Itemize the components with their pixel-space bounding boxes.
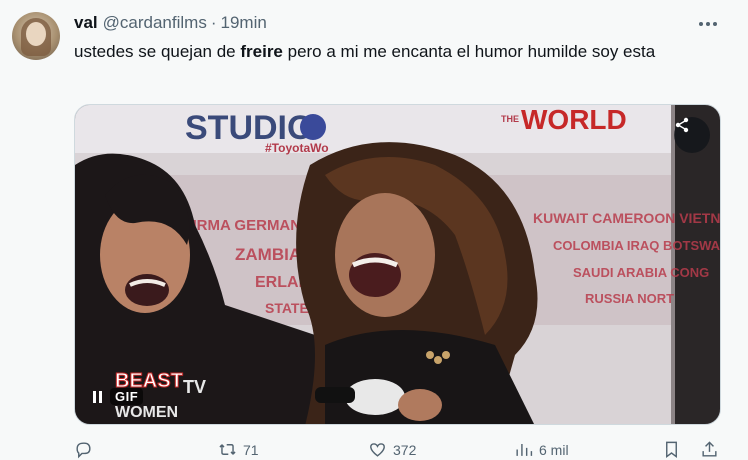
tweet[interactable]: val @cardanfilms · 19min ustedes se quej…: [0, 0, 748, 460]
share-button[interactable]: [700, 440, 719, 459]
views-count: 6 mil: [539, 441, 569, 458]
shirt-women: WOMEN: [115, 404, 178, 421]
gif-controls: GIF: [93, 388, 144, 405]
like-count: 372: [393, 441, 417, 458]
backdrop-world: WORLD: [521, 105, 627, 135]
views-icon: [516, 443, 533, 456]
tweet-text-bold: freire: [240, 42, 283, 61]
retweet-count: 71: [243, 441, 259, 458]
backdrop-hashtag: #ToyotaWo: [265, 141, 329, 155]
separator-dot: ·: [210, 13, 217, 32]
like-button[interactable]: 372: [368, 440, 416, 459]
avatar[interactable]: [12, 12, 60, 60]
more-options-icon[interactable]: [694, 10, 722, 38]
backdrop-countries-8: RUSSIA NORT: [585, 291, 674, 306]
share-icon: [702, 441, 717, 457]
heart-icon: [370, 443, 385, 457]
pause-icon[interactable]: [93, 390, 102, 403]
bookmark-button[interactable]: [662, 440, 681, 459]
tweet-actions: 71 372 6 mil: [74, 440, 724, 460]
backdrop-countries-5: KUWAIT CAMEROON VIETNAM: [533, 210, 721, 226]
timestamp[interactable]: 19min: [221, 13, 267, 33]
author-name[interactable]: val: [74, 13, 98, 33]
tweet-text-before: ustedes se quejan de: [74, 42, 241, 61]
gif-badge: GIF: [110, 388, 144, 405]
gif-media[interactable]: STUDIO #ToyotaWo THE WORLD BURMA GERMANY…: [74, 104, 721, 425]
backdrop-countries-6: COLOMBIA IRAQ BOTSWA: [553, 238, 721, 253]
bookmark-icon: [666, 441, 677, 459]
tweet-text-after: pero a mi me encanta el humor humilde so…: [282, 42, 656, 61]
reply-button[interactable]: [74, 440, 99, 459]
avatar-face: [26, 22, 46, 46]
retweet-button[interactable]: 71: [218, 440, 259, 459]
gif-frame: STUDIO #ToyotaWo THE WORLD BURMA GERMANY…: [75, 105, 721, 424]
shirt-tv: TV: [183, 377, 206, 397]
backdrop-the: THE: [501, 114, 519, 124]
share-media-icon[interactable]: [674, 117, 710, 153]
backdrop-countries-7: SAUDI ARABIA CONG: [573, 265, 709, 280]
tweet-text: ustedes se quejan de freire pero a mi me…: [74, 39, 714, 64]
views-button[interactable]: 6 mil: [514, 440, 569, 459]
author-handle[interactable]: @cardanfilms: [103, 13, 207, 33]
reply-icon: [76, 442, 91, 459]
tweet-header: val @cardanfilms · 19min: [74, 12, 267, 34]
retweet-icon: [219, 444, 236, 455]
